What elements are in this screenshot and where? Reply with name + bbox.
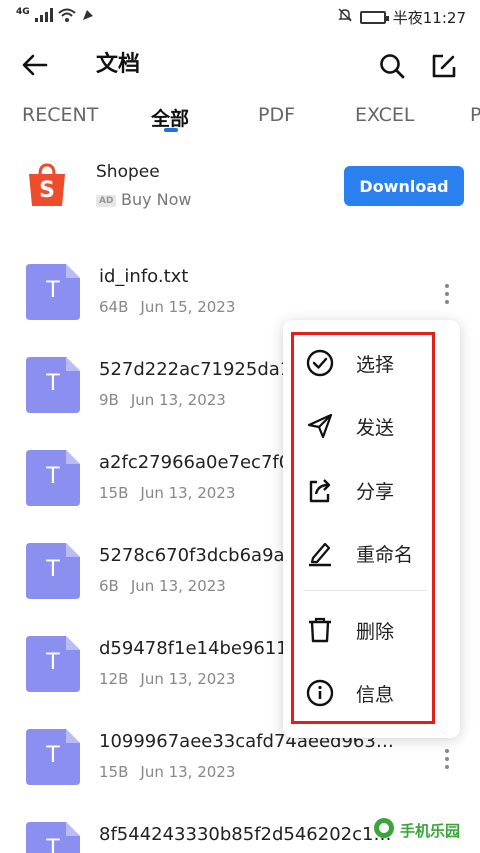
file-name: d59478f1e14be9611 [99,638,285,659]
menu-item-share[interactable]: 分享 [283,462,460,518]
info-icon [305,678,335,708]
file-meta: 15B Jun 13, 2023 [99,763,235,781]
send-icon [305,411,335,441]
menu-item-select[interactable]: 选择 [283,335,460,391]
more-options-button[interactable] [436,745,458,773]
file-size: 64B [99,298,129,316]
status-left: 4G [16,7,95,26]
text-file-icon: T [26,357,80,413]
status-bar: 4G 半夜11:27 [0,0,480,34]
file-meta: 9B Jun 13, 2023 [99,391,226,409]
menu-item-label: 重命名 [356,543,414,566]
file-name: 527d222ac71925da1 [99,359,285,380]
edit-square-icon [432,54,456,78]
menu-item-label: 删除 [356,620,395,643]
file-size: 15B [99,763,129,781]
file-icon-letter: T [46,743,60,768]
more-options-button[interactable] [436,280,458,308]
tab-ppt[interactable]: P [470,104,480,126]
network-type-label: 4G [16,7,30,17]
file-name: id_info.txt [99,266,189,287]
menu-item-label: 信息 [356,683,395,706]
arrow-left-icon [22,54,48,76]
watermark: 手机乐园 [372,814,472,846]
file-name: 8f544243330b85f2d546202c14... [99,824,399,845]
mute-bell-icon [337,7,353,27]
file-meta: 6B Jun 13, 2023 [99,577,226,595]
menu-item-label: 分享 [356,480,395,503]
menu-item-info[interactable]: 信息 [283,665,460,721]
signal-icon [34,8,53,26]
tab-all[interactable]: 全部 [151,104,189,131]
tab-excel[interactable]: EXCEL [355,104,415,126]
menu-divider [303,590,427,591]
file-date: Jun 13, 2023 [140,763,236,781]
shopee-logo-icon: S [26,162,68,208]
file-date: Jun 15, 2023 [140,298,236,316]
active-tab-indicator [164,128,178,132]
share-icon [305,475,335,505]
app-bar: 文档 [0,40,480,90]
file-size: 15B [99,484,129,502]
watermark-text: 手机乐园 [400,821,461,840]
watermark-logo-icon [372,816,396,844]
file-size: 6B [99,577,119,595]
file-size: 12B [99,670,129,688]
file-meta: 12B Jun 13, 2023 [99,670,235,688]
file-meta: 15B Jun 13, 2023 [99,484,235,502]
status-right: 半夜11:27 [337,7,466,28]
shopee-logo-letter: S [39,178,55,203]
file-date: Jun 13, 2023 [140,670,236,688]
trash-icon [305,615,335,645]
menu-item-rename[interactable]: 重命名 [283,525,460,581]
file-icon-letter: T [46,836,60,853]
file-icon-letter: T [46,650,60,675]
file-row[interactable]: T 1099967aee33cafd74aeed963a... 15B Jun 1… [0,729,480,799]
tab-pdf[interactable]: PDF [258,104,295,126]
menu-item-label: 发送 [356,416,395,439]
notification-icon [81,8,95,26]
file-icon-letter: T [46,464,60,489]
file-size: 9B [99,391,119,409]
text-file-icon: T [26,822,80,853]
file-date: Jun 13, 2023 [130,391,226,409]
search-icon [380,54,405,79]
text-file-icon: T [26,636,80,692]
category-tabs: RECENT 全部 PDF EXCEL P [0,96,480,140]
text-file-icon: T [26,264,80,320]
search-button[interactable] [376,50,408,82]
menu-item-delete[interactable]: 删除 [283,602,460,658]
file-date: Jun 13, 2023 [140,484,236,502]
download-button[interactable]: Download [344,166,464,206]
edit-button[interactable] [428,50,460,82]
ad-banner[interactable]: S Shopee AD Buy Now Download [0,152,480,222]
file-icon-letter: T [46,278,60,303]
back-button[interactable] [20,50,50,80]
file-name: a2fc27966a0e7ec7f0 [99,452,285,473]
page-title: 文档 [96,52,141,77]
menu-item-label: 选择 [356,353,395,376]
file-meta: 64B Jun 15, 2023 [99,298,235,316]
menu-item-send[interactable]: 发送 [283,398,460,454]
tab-recent[interactable]: RECENT [22,104,98,126]
text-file-icon: T [26,450,80,506]
file-name: 5278c670f3dcb6a9a [99,545,285,566]
text-file-icon: T [26,543,80,599]
battery-icon [359,10,389,24]
wifi-icon [57,8,76,26]
file-icon-letter: T [46,371,60,396]
text-file-icon: T [26,729,80,785]
ad-title: Shopee [96,162,160,182]
ad-badge: AD [96,195,117,207]
ad-subtitle: Buy Now [121,190,192,209]
rename-pen-icon [305,538,335,568]
check-circle-icon [305,348,335,378]
file-icon-letter: T [46,557,60,582]
clock: 半夜11:27 [392,8,466,27]
file-date: Jun 13, 2023 [130,577,226,595]
